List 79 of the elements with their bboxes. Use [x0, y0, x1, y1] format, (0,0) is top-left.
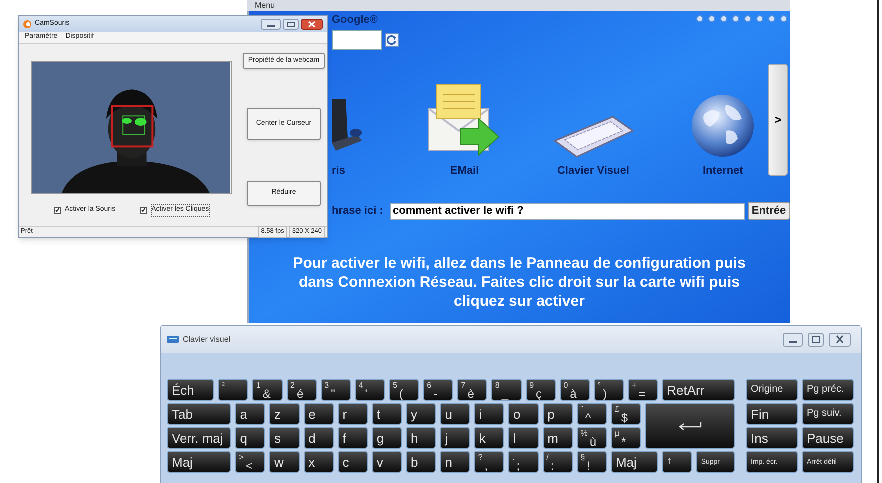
keyboard-key[interactable]: w — [269, 451, 300, 473]
keyboard-key[interactable]: g — [372, 427, 402, 449]
keyboard-key[interactable]: c — [338, 451, 368, 473]
keyboard-key[interactable]: Éch — [167, 379, 214, 401]
keyboard-key[interactable]: ¨ ^ — [576, 403, 607, 425]
keyboard-key[interactable]: ? , — [474, 451, 504, 473]
keyboard-key[interactable]: Maj — [167, 451, 232, 473]
checkbox[interactable] — [54, 206, 61, 214]
keyboard-key[interactable]: h — [406, 427, 436, 449]
keyboard-key[interactable]: § ! — [576, 451, 607, 473]
keyboard-key[interactable]: e — [304, 403, 334, 425]
item-label[interactable]: Internet — [703, 165, 744, 178]
check-icon — [55, 207, 60, 214]
keyboard-key[interactable]: t — [372, 403, 402, 425]
keyboard-key[interactable]: y — [406, 403, 436, 425]
return-arrow-icon — [678, 422, 702, 430]
keyboard-key[interactable]: + = — [628, 379, 658, 401]
minimize-button[interactable] — [783, 332, 803, 346]
keyboard-key[interactable]: v — [372, 451, 402, 473]
refresh-icon[interactable] — [385, 33, 399, 47]
keyboard-key[interactable]: RetArr — [662, 379, 735, 401]
keyboard-key[interactable]: u — [440, 403, 470, 425]
keyboard-key[interactable]: r — [338, 403, 368, 425]
keyboard-key[interactable]: s — [269, 427, 300, 449]
keyboard-key[interactable]: % ù — [576, 427, 607, 449]
keyboard-key[interactable]: q — [235, 427, 266, 449]
keyboard-key[interactable]: d — [304, 427, 334, 449]
keyboard-key[interactable]: l — [508, 427, 539, 449]
window-title: Clavier visuel — [183, 334, 231, 346]
keyboard-key[interactable]: ° ) — [594, 379, 624, 401]
close-button[interactable] — [829, 332, 851, 346]
check-icon — [140, 207, 146, 214]
keyboard-key[interactable]: > < — [235, 451, 266, 473]
keyboard-key[interactable]: x — [304, 451, 334, 473]
keyboard-key[interactable]: a — [235, 403, 266, 425]
keyboard-key[interactable]: . ; — [508, 451, 539, 473]
keyboard-key[interactable]: Tab — [167, 403, 232, 425]
phrase-label: hrase ici : — [332, 204, 384, 219]
keyboard-key[interactable]: m — [542, 427, 573, 449]
keyboard-key[interactable]: n — [440, 451, 470, 473]
brand-label: Google® — [332, 14, 378, 27]
keyboard-key[interactable]: Pg suiv. — [802, 403, 854, 425]
keyboard-key[interactable]: ² — [218, 379, 248, 401]
checkbox[interactable] — [140, 206, 147, 214]
app-icon — [23, 20, 32, 28]
keyboard-key[interactable]: ↑ — [662, 451, 692, 473]
keyboard-key[interactable]: o — [508, 403, 539, 425]
minimize-button[interactable] — [261, 18, 281, 30]
next-button[interactable]: > — [768, 64, 788, 176]
globe-icon[interactable] — [690, 93, 756, 159]
keyboard-key[interactable]: Fin — [746, 403, 798, 425]
menu-label[interactable]: Menu — [255, 1, 276, 10]
item-label[interactable]: Clavier Visuel — [557, 165, 630, 178]
keyboard-icon — [167, 336, 179, 343]
enter-key[interactable] — [645, 403, 735, 449]
keyboard-key[interactable]: p — [542, 403, 573, 425]
answer-text: Pour activer le wifi, allez dans le Panneau de configuration puis dans Connexion Réseau. Faites clic droit sur la carte wifi puis cliquez sur activer — [292, 254, 747, 311]
maximize-button[interactable] — [283, 18, 299, 30]
keyboard-key[interactable]: Pause — [802, 427, 854, 449]
item-label[interactable]: ris — [332, 165, 346, 178]
keyboard-key[interactable]: Ins — [746, 427, 798, 449]
keyboard-key[interactable]: Maj — [610, 451, 658, 473]
maximize-button[interactable] — [808, 332, 824, 346]
keyboard-key[interactable]: Pg préc. — [802, 379, 854, 401]
keyboard-key[interactable]: / : — [542, 451, 573, 473]
keyboard-key[interactable]: z — [269, 403, 300, 425]
phrase-field[interactable]: comment activer le wifi ? — [390, 202, 745, 220]
enter-button[interactable]: Entrée — [748, 202, 790, 220]
keyboard-key[interactable]: Verr. maj — [167, 427, 232, 449]
keyboard-key[interactable]: j — [440, 427, 470, 449]
keyboard-key[interactable]: b — [406, 451, 436, 473]
keyboard-key[interactable]: £ $ — [610, 403, 642, 425]
close-button[interactable] — [301, 18, 323, 30]
keyboard-key[interactable]: Origine — [746, 379, 798, 401]
item-label[interactable]: EMail — [450, 165, 480, 178]
keyboard-key[interactable]: k — [474, 427, 504, 449]
keyboard-key[interactable]: i — [474, 403, 504, 425]
search-field[interactable] — [332, 30, 382, 50]
keyboard-key[interactable]: f — [338, 427, 368, 449]
